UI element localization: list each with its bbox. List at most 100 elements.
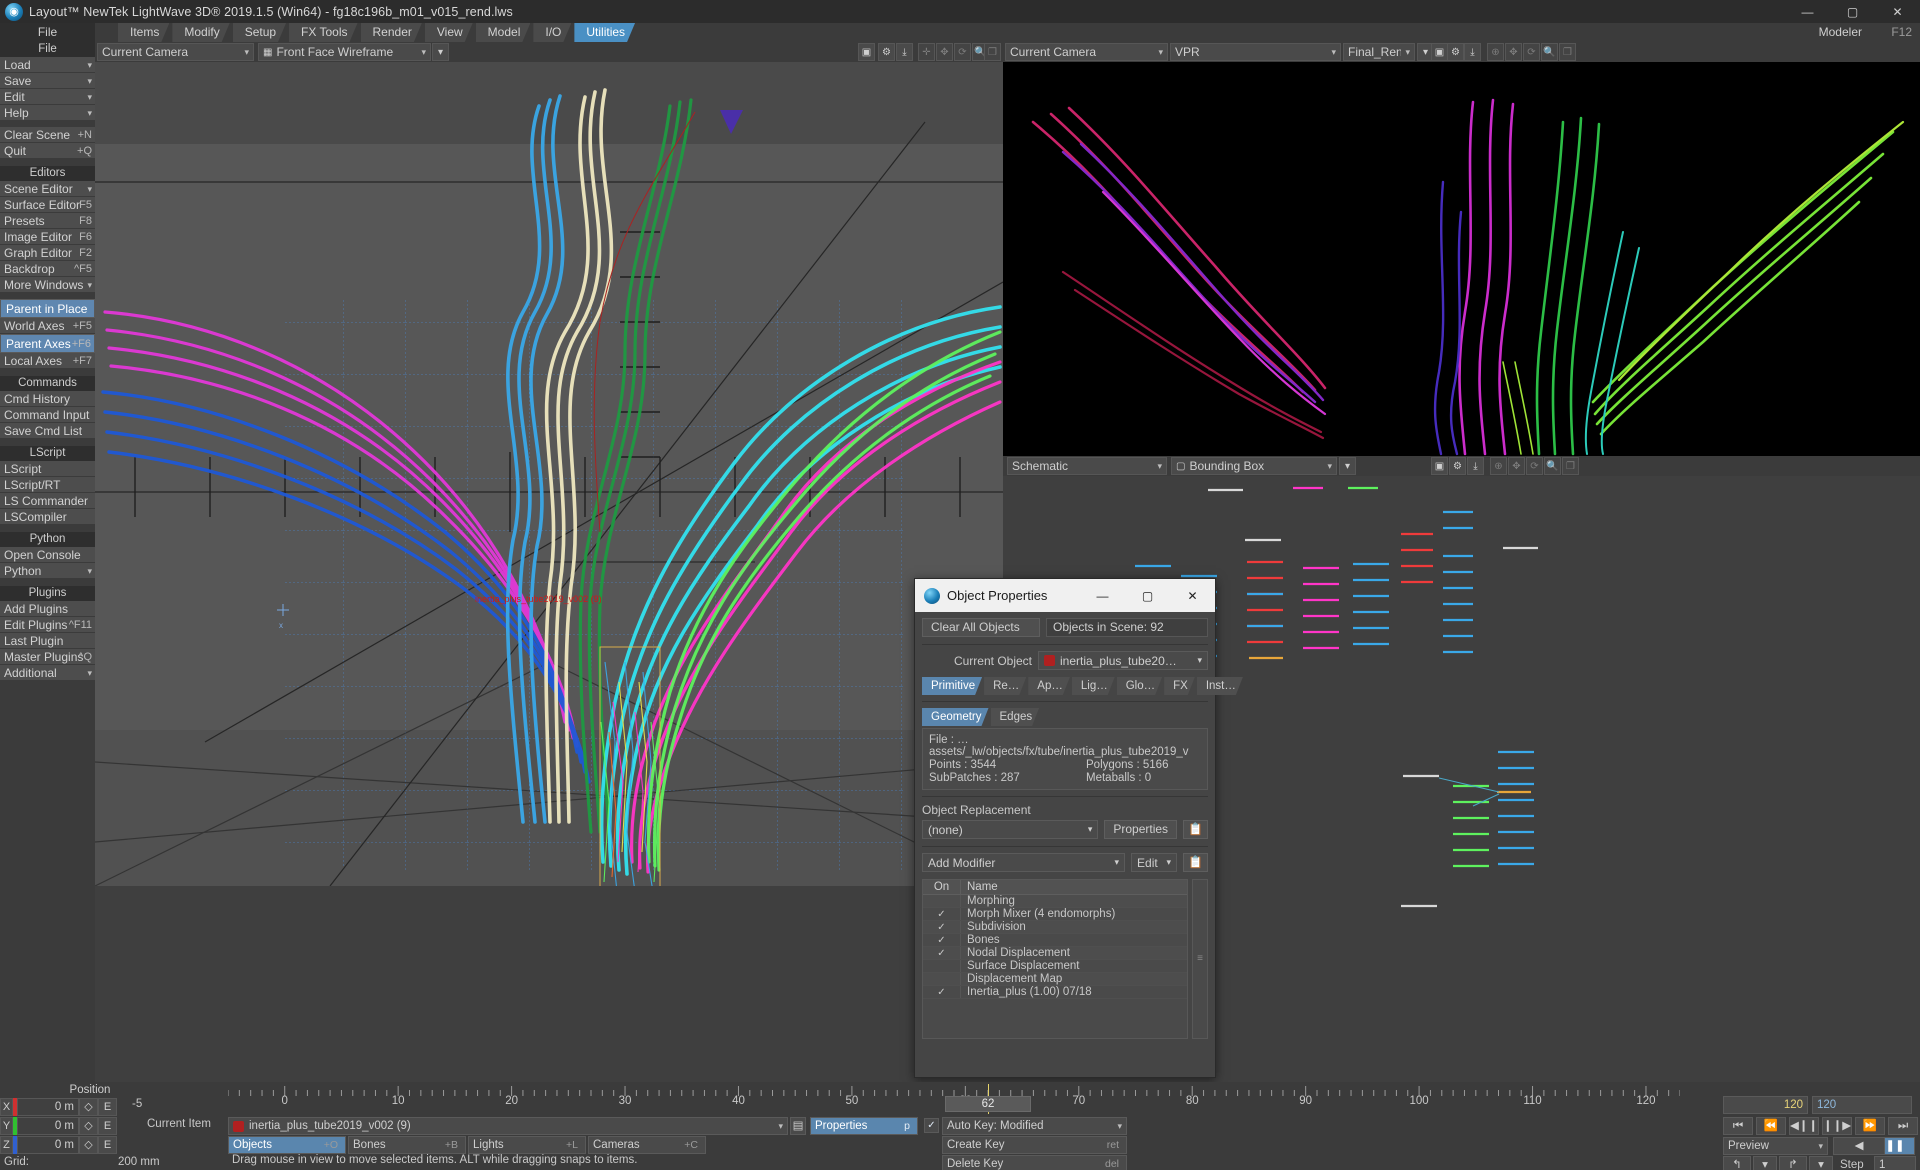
sidebar-item-open-console[interactable]: Open Console [0,547,95,563]
object-properties-dialog[interactable]: Object Properties — ▢ ✕ Clear All Object… [914,578,1216,1078]
dialog-tab-5[interactable]: FX [1164,677,1195,695]
sidebar-item-edit[interactable]: Edit [0,89,95,105]
undo-button[interactable]: ↰ [1723,1156,1751,1170]
close-icon[interactable]: ✕ [1875,0,1920,23]
minimize-icon[interactable]: — [1785,0,1830,23]
sidebar-item-lscript-rt[interactable]: LScript/RT [0,477,95,493]
sidebar-item-ls-commander[interactable]: LS Commander [0,493,95,509]
current-object-select[interactable]: inertia_plus_tube20… ▾ [1038,651,1208,670]
timeline[interactable]: 010203040506070809010011012062 [228,1082,1680,1116]
play-backward-button[interactable]: ◀ [1833,1137,1885,1155]
modifier-row[interactable]: Surface Displacement [923,960,1187,973]
axis-y-envelope-button[interactable]: E [98,1117,117,1135]
viewport-display-mode-select[interactable]: ▦ Front Face Wireframe ▾ [258,43,431,61]
transport-step-forward-button[interactable]: ❙❙▶ [1822,1117,1852,1135]
sidebar-item-additional[interactable]: Additional [0,665,95,681]
modifier-clipboard-icon[interactable]: 📋 [1183,853,1208,872]
axis-y-lock-icon[interactable]: ◇ [79,1117,98,1135]
replacement-clipboard-icon[interactable]: 📋 [1183,820,1208,839]
sidebar-item-image-editor[interactable]: Image Editor F6 [0,229,95,245]
main-tab-utilities[interactable]: Utilities [574,23,635,42]
sidebar-item-lscript[interactable]: LScript [0,461,95,477]
render-camera-select[interactable]: Current Camera ▾ [1005,43,1168,61]
axis-z-lock-icon[interactable]: ◇ [79,1136,98,1154]
sidebar-item-last-plugin[interactable]: Last Plugin [0,633,95,649]
sidebar-item-parent-in-place[interactable]: Parent in Place [0,299,95,318]
maximize-icon[interactable]: ▢ [1830,0,1875,23]
file-menu-button[interactable]: File [0,23,95,42]
axis-z-value[interactable]: 0 m [17,1136,79,1154]
sidebar-item-presets[interactable]: Presets F8 [0,213,95,229]
auto-key-checkbox[interactable]: ✓ [924,1118,939,1133]
dialog-tab-1[interactable]: Re… [984,677,1026,695]
redo-button[interactable]: ↱ [1779,1156,1807,1170]
schematic-zoom-icon[interactable]: 🔍 [1544,457,1561,475]
render-camera-icon[interactable]: ▣ [1431,43,1448,61]
sidebar-item-quit[interactable]: Quit +Q [0,143,95,159]
modifier-list[interactable]: On Name Morphing ✓ Morph Mixer (4 endomorp… [922,879,1188,1039]
delete-key-button[interactable]: Delete Key del [942,1155,1127,1170]
modifier-row[interactable]: ✓ Bones [923,934,1187,947]
main-tab-modify[interactable]: Modify [172,23,229,42]
main-tab-setup[interactable]: Setup [233,23,286,42]
viewport-camera-icon[interactable]: ▣ [858,43,875,61]
viewport-rotate-icon[interactable]: ⟳ [954,43,971,61]
current-item-select[interactable]: inertia_plus_tube2019_v002 (9) ▾ [228,1117,788,1135]
transport-prev-keyframe-button[interactable]: ⏪ [1756,1117,1786,1135]
axis-x-value[interactable]: 0 m [17,1098,79,1116]
sidebar-item-master-plugins[interactable]: Master Plugins ^Q [0,649,95,665]
schematic-view-select[interactable]: Schematic ▾ [1007,457,1167,475]
add-modifier-select[interactable]: Add Modifier ▾ [922,853,1126,872]
render-maximize-icon[interactable]: ❐ [1559,43,1576,61]
transport-go-to-start-button[interactable]: ⏮ [1723,1117,1753,1135]
viewport-save-icon[interactable]: ⤓ [896,43,913,61]
sidebar-item-backdrop[interactable]: Backdrop ^F5 [0,261,95,277]
sidebar-item-save[interactable]: Save [0,73,95,89]
viewport-pan-icon[interactable]: ✥ [936,43,953,61]
end-frame-field[interactable]: 120 [1723,1096,1808,1114]
sidebar-item-load[interactable]: Load [0,57,95,73]
main-tab-view[interactable]: View [425,23,473,42]
modifier-row[interactable]: ✓ Inertia_plus (1.00) 07/18 [923,986,1187,999]
schematic-pan-icon[interactable]: ✥ [1508,457,1525,475]
sidebar-item-world-axes[interactable]: World Axes +F5 [0,318,95,334]
schematic-save-icon[interactable]: ⤓ [1467,457,1484,475]
modeler-button[interactable]: Modeler [1819,23,1862,42]
modifier-row[interactable]: Displacement Map [923,973,1187,986]
current-item-list-icon[interactable]: ▤ [790,1117,806,1135]
main-tab-model[interactable]: Model [476,23,531,42]
sidebar-item-scene-editor[interactable]: Scene Editor [0,181,95,197]
dialog-tab-6[interactable]: Inst… [1197,677,1243,695]
transport-next-keyframe-button[interactable]: ⏩ [1855,1117,1885,1135]
dialog-maximize-icon[interactable]: ▢ [1125,579,1170,612]
viewport-settings-gear-icon[interactable]: ⚙ [878,43,895,61]
sidebar-item-edit-plugins[interactable]: Edit Plugins ^F11 [0,617,95,633]
create-key-button[interactable]: Create Key ret [942,1136,1127,1154]
sidebar-item-local-axes[interactable]: Local Axes +F7 [0,353,95,369]
replacement-properties-button[interactable]: Properties [1104,820,1178,839]
viewport-maximize-icon[interactable]: ❐ [984,43,1001,61]
modifier-enabled-checkbox[interactable] [923,895,961,907]
render-center-icon[interactable]: ⊕ [1487,43,1504,61]
sidebar-item-clear-scene[interactable]: Clear Scene +N [0,127,95,143]
sidebar-item-lscompiler[interactable]: LSCompiler [0,509,95,525]
modifier-row[interactable]: ✓ Nodal Displacement [923,947,1187,960]
modifier-enabled-checkbox[interactable] [923,960,961,972]
schematic-maximize-icon[interactable]: ❐ [1562,457,1579,475]
dialog-tab-4[interactable]: Glo… [1117,677,1162,695]
modifier-enabled-checkbox[interactable]: ✓ [923,947,961,959]
step-value-field[interactable]: 1 [1874,1156,1916,1170]
dialog-close-icon[interactable]: ✕ [1170,579,1215,612]
sidebar-item-cmd-history[interactable]: Cmd History [0,391,95,407]
render-pan-icon[interactable]: ✥ [1505,43,1522,61]
axis-z-envelope-button[interactable]: E [98,1136,117,1154]
sidebar-item-python[interactable]: Python [0,563,95,579]
properties-button[interactable]: Properties p [810,1117,918,1135]
total-frames-field[interactable]: 120 [1812,1096,1912,1114]
sidebar-item-add-plugins[interactable]: Add Plugins [0,601,95,617]
schematic-center-icon[interactable]: ⊕ [1490,457,1507,475]
sidebar-item-command-input[interactable]: Command Input [0,407,95,423]
render-zoom-icon[interactable]: 🔍 [1541,43,1558,61]
sidebar-item-help[interactable]: Help [0,105,95,121]
dialog-tab-0[interactable]: Primitive [922,677,982,695]
